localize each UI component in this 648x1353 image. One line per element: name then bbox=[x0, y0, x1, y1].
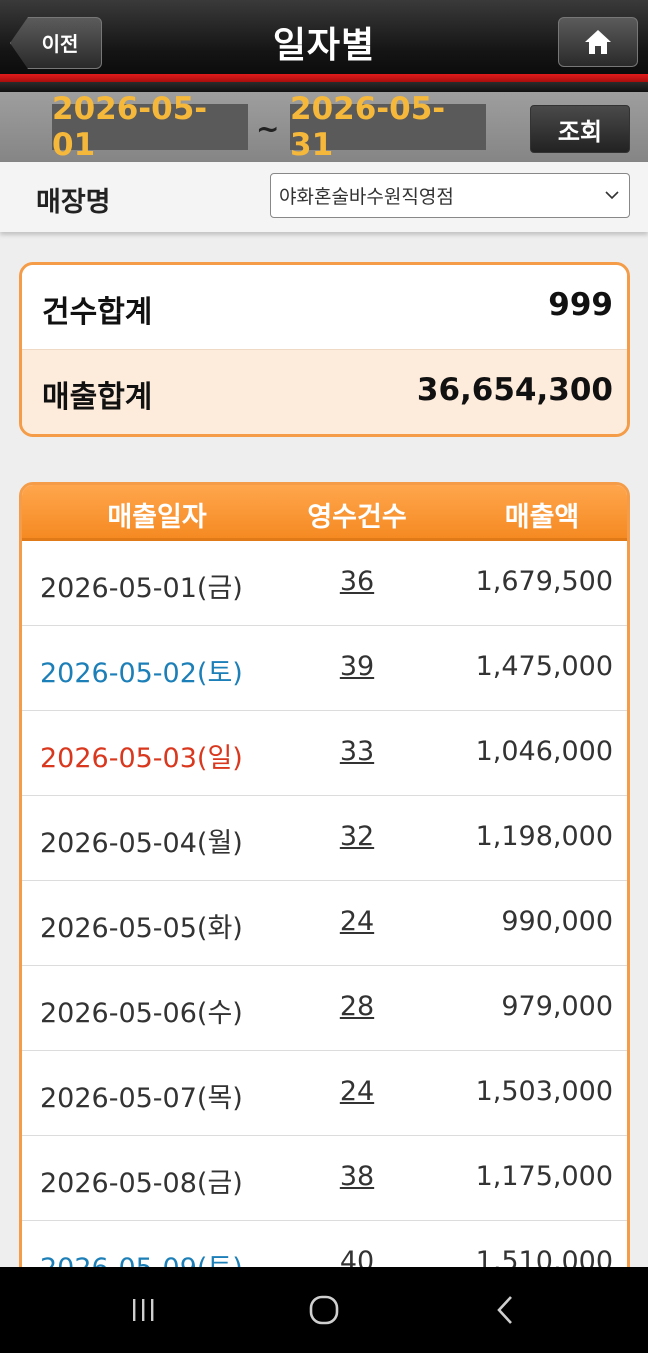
store-select[interactable]: 야화혼술바수원직영점 bbox=[270, 173, 630, 218]
column-header-count: 영수건수 bbox=[307, 502, 407, 533]
back-button-label: 이전 bbox=[41, 31, 79, 56]
row-count-link[interactable]: 24 bbox=[302, 906, 412, 937]
row-date: 2026-05-05(화) bbox=[40, 913, 243, 944]
end-date-field[interactable]: 2026-05-31 bbox=[290, 91, 486, 163]
chevron-down-icon bbox=[605, 191, 619, 200]
row-date: 2026-05-06(수) bbox=[40, 998, 243, 1029]
back-arrow-icon bbox=[497, 1296, 512, 1324]
sales-total-label: 매출합계 bbox=[42, 380, 153, 415]
daily-sales-table: 매출일자 영수건수 매출액 2026-05-01(금) 36 1,679,500… bbox=[19, 482, 630, 1282]
start-date-field[interactable]: 2026-05-01 bbox=[52, 91, 248, 163]
table-row: 2026-05-02(토) 39 1,475,000 bbox=[22, 626, 627, 711]
table-row: 2026-05-04(월) 32 1,198,000 bbox=[22, 796, 627, 881]
row-amount: 1,475,000 bbox=[475, 651, 613, 682]
row-amount: 1,175,000 bbox=[475, 1161, 613, 1192]
table-row: 2026-05-05(화) 24 990,000 bbox=[22, 881, 627, 966]
row-amount: 1,198,000 bbox=[475, 821, 613, 852]
row-date: 2026-05-01(금) bbox=[40, 573, 243, 604]
table-header: 매출일자 영수건수 매출액 bbox=[22, 485, 627, 541]
column-header-amount: 매출액 bbox=[504, 502, 580, 533]
header-accent-line bbox=[0, 74, 648, 82]
row-count-link[interactable]: 32 bbox=[302, 821, 412, 852]
summary-sales-row: 매출합계 36,654,300 bbox=[22, 350, 627, 434]
recent-apps-icon bbox=[133, 1299, 154, 1321]
count-total-value: 999 bbox=[548, 287, 613, 323]
row-date: 2026-05-07(목) bbox=[40, 1083, 243, 1114]
home-circle-icon bbox=[309, 1295, 339, 1325]
row-count-link[interactable]: 28 bbox=[302, 991, 412, 1022]
home-icon bbox=[585, 30, 611, 54]
store-filter-row: 매장명 야화혼술바수원직영점 bbox=[0, 162, 648, 232]
table-row: 2026-05-07(목) 24 1,503,000 bbox=[22, 1051, 627, 1136]
system-back-button[interactable] bbox=[486, 1295, 526, 1325]
row-amount: 990,000 bbox=[501, 906, 613, 937]
search-button[interactable]: 조회 bbox=[530, 105, 630, 153]
row-date: 2026-05-08(금) bbox=[40, 1168, 243, 1199]
sales-total-value: 36,654,300 bbox=[416, 372, 613, 408]
app-header: 이전 일자별 bbox=[0, 0, 648, 92]
table-row: 2026-05-01(금) 36 1,679,500 bbox=[22, 541, 627, 626]
store-label: 매장명 bbox=[36, 187, 111, 218]
system-nav-bar bbox=[0, 1267, 648, 1353]
row-count-link[interactable]: 24 bbox=[302, 1076, 412, 1107]
row-date: 2026-05-04(월) bbox=[40, 828, 243, 859]
system-home-button[interactable] bbox=[304, 1295, 344, 1325]
summary-card: 건수합계 999 매출합계 36,654,300 bbox=[19, 262, 630, 437]
date-separator: ~ bbox=[256, 112, 280, 145]
summary-count-row: 건수합계 999 bbox=[22, 265, 627, 350]
count-total-label: 건수합계 bbox=[42, 295, 153, 330]
table-row: 2026-05-08(금) 38 1,175,000 bbox=[22, 1136, 627, 1221]
page-title: 일자별 bbox=[272, 25, 376, 66]
row-count-link[interactable]: 39 bbox=[302, 651, 412, 682]
home-button[interactable] bbox=[558, 17, 638, 67]
row-amount: 979,000 bbox=[501, 991, 613, 1022]
row-amount: 1,679,500 bbox=[475, 566, 613, 597]
row-count-link[interactable]: 33 bbox=[302, 736, 412, 767]
table-row: 2026-05-03(일) 33 1,046,000 bbox=[22, 711, 627, 796]
table-row: 2026-05-06(수) 28 979,000 bbox=[22, 966, 627, 1051]
row-count-link[interactable]: 36 bbox=[302, 566, 412, 597]
row-date: 2026-05-03(일) bbox=[40, 743, 243, 774]
row-date: 2026-05-02(토) bbox=[40, 658, 243, 689]
row-amount: 1,046,000 bbox=[475, 736, 613, 767]
date-filter-bar: 2026-05-01 ~ 2026-05-31 조회 bbox=[0, 91, 648, 163]
column-header-date: 매출일자 bbox=[107, 502, 207, 533]
row-amount: 1,503,000 bbox=[475, 1076, 613, 1107]
row-count-link[interactable]: 38 bbox=[302, 1161, 412, 1192]
recent-apps-button[interactable] bbox=[123, 1295, 163, 1325]
store-select-value: 야화혼술바수원직영점 bbox=[279, 186, 454, 208]
